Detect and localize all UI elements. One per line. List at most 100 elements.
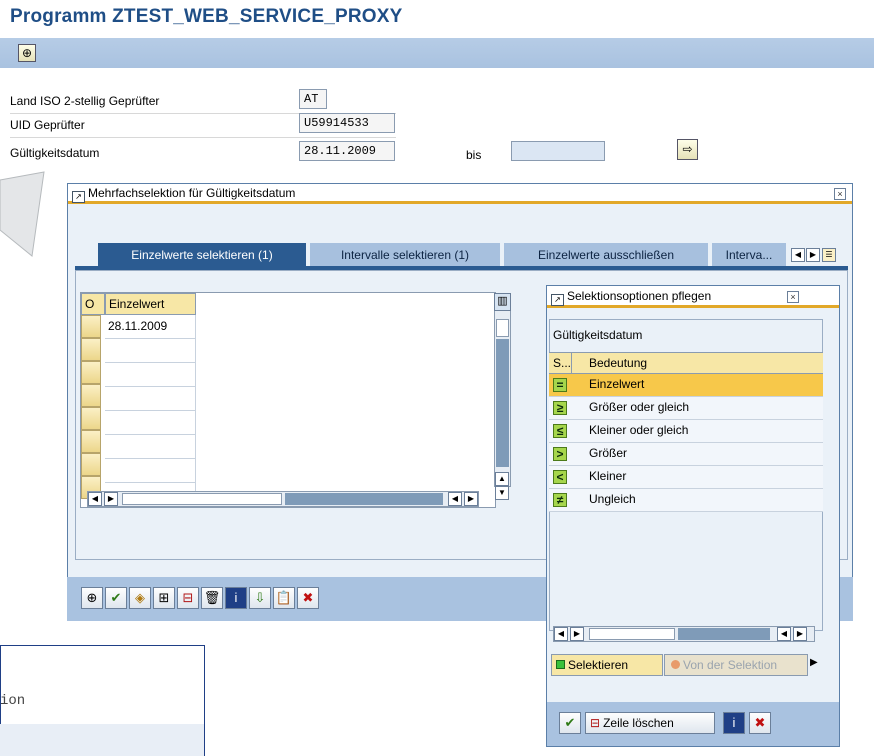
scroll-left-icon[interactable]: ◀	[777, 627, 791, 641]
multiselect-dialog-title: Mehrfachselektion für Gültigkeitsdatum	[88, 186, 296, 200]
check-icon[interactable]: ✔	[105, 587, 127, 609]
option-row-kleiner-gleich[interactable]: ≤ Kleiner oder gleich	[549, 420, 823, 443]
delete-row-button[interactable]: ⊟ Zeile löschen	[585, 712, 715, 734]
header-s: S...	[553, 356, 572, 370]
row-selector[interactable]	[81, 453, 101, 476]
grid-cell[interactable]	[105, 363, 196, 387]
page-title: Programm ZTEST_WEB_SERVICE_PROXY	[10, 6, 403, 27]
tab-einzelwerte-selektieren[interactable]: Einzelwerte selektieren (1)	[98, 243, 306, 268]
grid-cell[interactable]	[105, 459, 196, 483]
row-selector[interactable]	[81, 315, 101, 338]
field-uid[interactable]: U59914533	[299, 113, 395, 133]
import-icon[interactable]: ⇩	[249, 587, 271, 609]
header-divider	[571, 353, 572, 373]
execute-clock-icon[interactable]: ⊕	[18, 44, 36, 62]
scroll-right-icon[interactable]: ▶	[104, 492, 118, 506]
value-column: 28.11.2009	[105, 315, 196, 507]
greater-equal-icon: ≥	[553, 401, 567, 415]
green-square-icon	[556, 660, 565, 669]
tab-einzelwerte-ausschliessen[interactable]: Einzelwerte ausschließen	[504, 243, 708, 268]
selection-options-titlebar: ↗ Selektionsoptionen pflegen ×	[547, 286, 839, 308]
scroll-down-icon[interactable]: ▼	[495, 486, 509, 500]
tab-selektieren[interactable]: Selektieren	[551, 654, 663, 676]
row-selector[interactable]	[81, 338, 101, 361]
label-bis: bis	[466, 148, 482, 162]
options-hscroll-thumb[interactable]	[678, 628, 770, 640]
header-bedeutung: Bedeutung	[589, 356, 648, 370]
scroll-left-icon[interactable]: ◀	[448, 492, 462, 506]
option-row-groesser[interactable]: > Größer	[549, 443, 823, 466]
label-uid: UID Geprüfter	[10, 118, 85, 132]
grid-vscroll-thumb[interactable]	[496, 339, 509, 467]
execute-icon[interactable]: ⊕	[81, 587, 103, 609]
tab-label: Selektieren	[568, 658, 629, 672]
field-gueltigkeitsdatum-to[interactable]	[511, 141, 605, 161]
option-label: Ungleich	[589, 492, 636, 506]
scroll-right-icon[interactable]: ▶	[793, 627, 807, 641]
hscroll-track	[122, 493, 282, 505]
option-label: Einzelwert	[589, 377, 645, 391]
tab-scroll-left-icon[interactable]: ◀	[791, 248, 805, 262]
tab-list-icon[interactable]: ☰	[822, 248, 836, 262]
tab-label: Einzelwerte selektieren (1)	[131, 248, 273, 262]
grid-hscroll-thumb[interactable]	[285, 493, 443, 505]
delete-line-icon[interactable]: ⊟	[177, 587, 199, 609]
less-equal-icon: ≤	[553, 424, 567, 438]
option-row-ungleich[interactable]: ≠ Ungleich	[549, 489, 823, 512]
options-icon[interactable]: ◈	[129, 587, 151, 609]
option-row-kleiner[interactable]: < Kleiner	[549, 466, 823, 489]
paste-icon[interactable]: 📋	[273, 587, 295, 609]
tab-scroll-right-icon[interactable]: ▶	[806, 248, 820, 262]
label-land-iso: Land ISO 2-stellig Geprüfter	[10, 94, 160, 108]
grid-header-einzelwert: Einzelwert	[105, 293, 196, 315]
arrow-right-icon[interactable]: ⇨	[677, 139, 698, 160]
insert-line-icon[interactable]: ⊞	[153, 587, 175, 609]
less-icon: <	[553, 470, 567, 484]
selection-options-dialog: ↗ Selektionsoptionen pflegen × Gültigkeit…	[546, 285, 840, 747]
info-icon[interactable]: i	[225, 587, 247, 609]
delete-line-icon: ⊟	[590, 716, 601, 730]
row-selector[interactable]	[81, 430, 101, 453]
scroll-left-icon[interactable]: ◀	[88, 492, 102, 506]
option-row-einzelwert[interactable]: = Einzelwert	[549, 374, 823, 397]
option-label: Größer oder gleich	[589, 400, 690, 414]
scroll-left-icon[interactable]: ◀	[554, 627, 568, 641]
row-selector[interactable]	[81, 407, 101, 430]
grid-cell[interactable]	[105, 411, 196, 435]
options-header-row: S... Bedeutung	[549, 352, 823, 374]
row-selector[interactable]	[81, 384, 101, 407]
tab-intervalle-selektieren[interactable]: Intervalle selektieren (1)	[310, 243, 500, 268]
hscroll-track	[589, 628, 675, 640]
trash-icon[interactable]: 🗑	[201, 587, 223, 609]
scroll-right-icon[interactable]: ▶	[570, 627, 584, 641]
grid-cell[interactable]: 28.11.2009	[105, 315, 196, 339]
grid-cell[interactable]	[105, 339, 196, 363]
tab-label: Von der Selektion	[683, 658, 778, 672]
tab-von-der-selektion[interactable]: Von der Selektion	[664, 654, 808, 676]
close-icon[interactable]: ×	[787, 291, 799, 303]
tab-label: Einzelwerte ausschließen	[537, 248, 675, 262]
selection-options-title: Selektionsoptionen pflegen	[567, 289, 712, 303]
row-selector[interactable]	[81, 361, 101, 384]
grid-cell[interactable]	[105, 435, 196, 459]
check-icon[interactable]: ✔	[559, 712, 581, 734]
cancel-icon[interactable]: ✖	[749, 712, 771, 734]
info-icon[interactable]: i	[723, 712, 745, 734]
option-label: Kleiner	[589, 469, 627, 483]
grid-settings-icon[interactable]: ▥	[494, 293, 511, 311]
tab-intervalle-ausschliessen[interactable]: Interva...	[712, 243, 786, 268]
option-row-groesser-gleich[interactable]: ≥ Größer oder gleich	[549, 397, 823, 420]
field-land-iso[interactable]: AT	[299, 89, 327, 109]
tab-more-icon[interactable]: ▶	[810, 657, 818, 668]
not-equal-icon: ≠	[553, 493, 567, 507]
scroll-right-icon[interactable]: ▶	[464, 492, 478, 506]
background-callout-text: ion	[0, 693, 26, 709]
close-icon[interactable]: ×	[834, 188, 846, 200]
scroll-up-icon[interactable]: ▲	[495, 472, 509, 486]
grid-cell[interactable]	[105, 387, 196, 411]
row-marker-column	[81, 315, 105, 499]
field-gueltigkeitsdatum-from[interactable]: 28.11.2009	[299, 141, 395, 161]
background-callout-footer	[0, 724, 204, 756]
dialog-icon: ↗	[551, 294, 564, 306]
cancel-icon[interactable]: ✖	[297, 587, 319, 609]
